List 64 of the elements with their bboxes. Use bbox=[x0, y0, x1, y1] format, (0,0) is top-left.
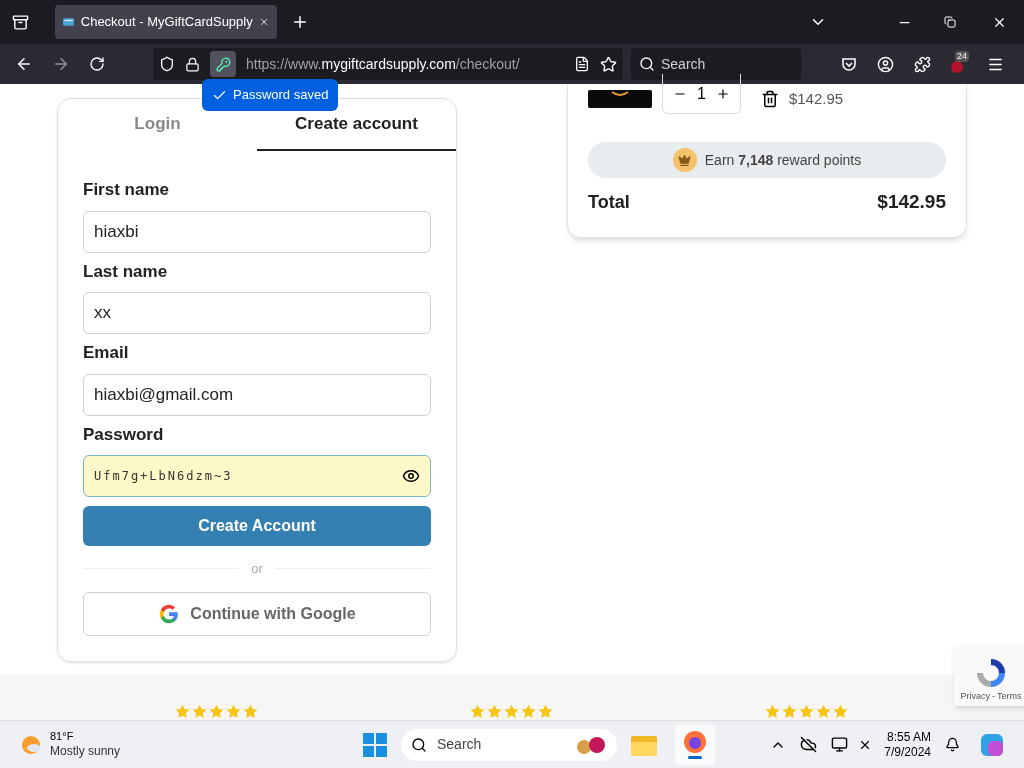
new-tab-icon[interactable] bbox=[291, 13, 309, 31]
privacy-link[interactable]: Privacy bbox=[960, 689, 990, 703]
trash-icon[interactable] bbox=[760, 90, 779, 108]
quantity-stepper[interactable]: 1 bbox=[662, 74, 741, 114]
address-bar[interactable]: https://www.mygiftcardsupply.com/checkout/ bbox=[153, 48, 623, 80]
rewards-text: Earn 7,148 reward points bbox=[704, 150, 862, 170]
taskbar-search[interactable]: Search bbox=[401, 728, 617, 761]
key-icon bbox=[215, 56, 231, 72]
item-price: $142.95 bbox=[788, 88, 844, 109]
account-icon[interactable] bbox=[877, 55, 894, 73]
clock-date: 7/9/2024 bbox=[884, 744, 931, 760]
input-field[interactable]: hiaxbi bbox=[83, 210, 431, 253]
browser-tab[interactable]: Checkout - MyGiftCardSupply bbox=[55, 5, 277, 39]
total-amount: $142.95 bbox=[877, 190, 946, 214]
tab-title: Checkout - MyGiftCardSupply bbox=[80, 13, 253, 32]
field-label: Email bbox=[83, 342, 130, 364]
field-label: First name bbox=[83, 179, 170, 201]
bell-icon[interactable] bbox=[945, 737, 960, 752]
eye-icon[interactable] bbox=[402, 467, 420, 485]
lock-icon[interactable] bbox=[185, 56, 200, 72]
key-button[interactable] bbox=[210, 51, 236, 77]
shield-icon[interactable] bbox=[159, 56, 175, 72]
total-label: Total bbox=[588, 190, 630, 214]
weather-condition: Mostly sunny bbox=[50, 743, 121, 759]
crown-icon bbox=[672, 148, 697, 172]
restore-icon[interactable] bbox=[944, 16, 956, 28]
field-label: Last name bbox=[83, 260, 169, 283]
url-text: https://www.mygiftcardsupply.com/checkout/ bbox=[246, 54, 521, 74]
terms-link[interactable]: Terms bbox=[997, 689, 1022, 703]
plus-icon[interactable] bbox=[715, 86, 730, 101]
back-icon[interactable] bbox=[15, 55, 33, 73]
forward-icon[interactable] bbox=[52, 55, 70, 73]
search-field[interactable]: Search bbox=[631, 48, 801, 80]
clock-time: 8:55 AM bbox=[886, 729, 931, 745]
extension-button[interactable]: 24 bbox=[949, 51, 971, 77]
google-icon bbox=[158, 602, 181, 625]
input-field[interactable]: xx bbox=[83, 292, 431, 334]
puzzle-icon[interactable] bbox=[914, 55, 931, 73]
windows-start-icon[interactable] bbox=[363, 732, 387, 757]
search-icon bbox=[639, 56, 655, 72]
firefox-taskbar-button[interactable] bbox=[675, 724, 715, 765]
card-icon bbox=[63, 16, 75, 28]
browser-icon bbox=[683, 730, 707, 754]
password-value: Ufm7g+LbN6dzm~3 bbox=[94, 468, 233, 485]
badge-count: 24 bbox=[955, 51, 969, 62]
reader-view-icon[interactable] bbox=[574, 56, 590, 72]
cloud-off-icon[interactable] bbox=[800, 736, 818, 753]
search-placeholder: Search bbox=[661, 54, 706, 74]
separator: - bbox=[992, 689, 995, 703]
quantity-value: 1 bbox=[697, 83, 706, 104]
search-icon bbox=[411, 736, 427, 753]
field-label: Password bbox=[83, 423, 165, 446]
reload-icon[interactable] bbox=[89, 56, 105, 72]
clock[interactable]: 8:55 AM 7/9/2024 bbox=[884, 729, 931, 760]
google-button[interactable]: Continue with Google bbox=[83, 591, 431, 636]
password-field[interactable]: Ufm7g+LbN6dzm~3 bbox=[83, 455, 431, 497]
monitor-icon[interactable] bbox=[831, 736, 849, 753]
temperature: 81°F bbox=[50, 730, 75, 744]
search-placeholder: Search bbox=[437, 735, 483, 754]
pocket-icon[interactable] bbox=[841, 56, 857, 72]
divider-text: or bbox=[251, 560, 263, 578]
create-account-button[interactable]: Create Account bbox=[83, 506, 431, 546]
input-field[interactable]: hiaxbi@gmail.com bbox=[83, 373, 431, 416]
bookmark-star-icon[interactable] bbox=[600, 55, 617, 73]
